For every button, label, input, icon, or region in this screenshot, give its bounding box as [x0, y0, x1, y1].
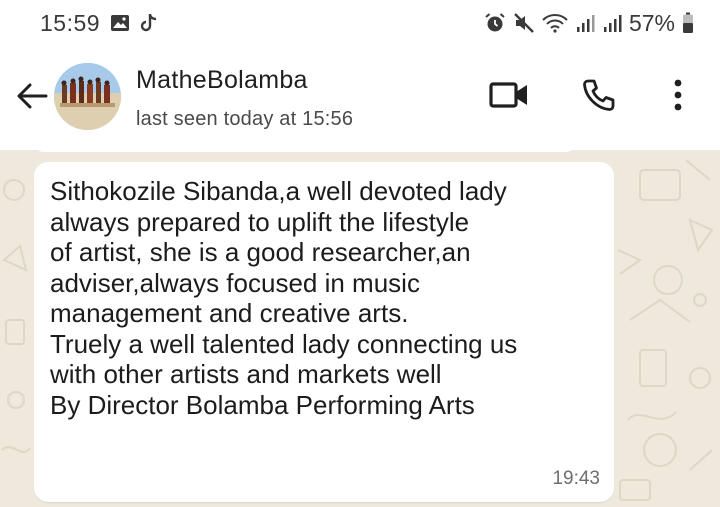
- avatar-photo: [54, 63, 121, 130]
- tiktok-icon: [140, 13, 158, 33]
- chat-area[interactable]: Sithokozile Sibanda,a well devoted lady …: [0, 150, 720, 507]
- avatar[interactable]: [54, 63, 121, 130]
- status-left: 15:59: [40, 10, 158, 37]
- status-time: 15:59: [40, 9, 101, 36]
- back-button[interactable]: [14, 80, 50, 116]
- phone-icon: [581, 77, 617, 118]
- contact-name[interactable]: MatheBolamba: [136, 66, 308, 95]
- message-timestamp: 19:43: [552, 468, 600, 489]
- previous-message-bubble: [34, 150, 576, 152]
- video-call-icon: [489, 80, 529, 115]
- status-bar: 15:59 57%: [0, 0, 720, 46]
- more-options-button[interactable]: [664, 76, 692, 118]
- signal-icon: [602, 13, 622, 33]
- mute-icon: [513, 12, 535, 34]
- wifi-icon: [542, 13, 568, 33]
- battery-level: 57%: [628, 9, 675, 36]
- video-call-button[interactable]: [486, 78, 532, 116]
- message-bubble[interactable]: Sithokozile Sibanda,a well devoted lady …: [34, 162, 614, 502]
- back-arrow-icon: [16, 83, 48, 114]
- voice-call-button[interactable]: [578, 76, 620, 118]
- signal-icon: [575, 13, 595, 33]
- alarm-icon: [484, 12, 506, 34]
- chat-header: MatheBolamba last seen today at 15:56: [0, 46, 720, 150]
- gallery-icon: [110, 14, 130, 32]
- last-seen-status: last seen today at 15:56: [136, 108, 354, 130]
- battery-icon: [682, 12, 694, 34]
- more-vertical-icon: [673, 78, 683, 117]
- status-right: 57%: [484, 10, 694, 37]
- message-text: Sithokozile Sibanda,a well devoted lady …: [50, 176, 518, 420]
